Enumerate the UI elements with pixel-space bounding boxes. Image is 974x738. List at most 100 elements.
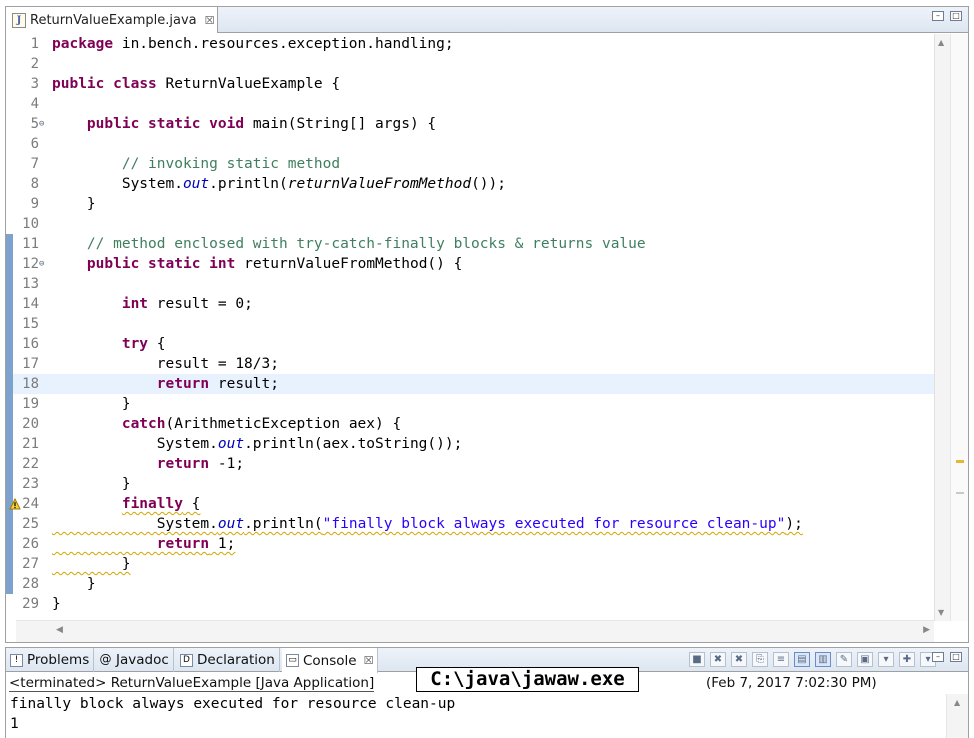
line-number: 16 [22,336,39,352]
code-token: void [209,116,245,132]
clear-console-button[interactable]: ⎘ [752,652,768,667]
scroll-right-icon[interactable]: ▶ [923,625,930,635]
code-line-14[interactable]: 14 int result = 0; [6,294,934,314]
tab-close-icon[interactable]: ☒ [364,654,374,667]
code-text: return result; [52,374,279,394]
maximize-icon[interactable]: □ [950,11,962,21]
code-text: System.out.println(aex.toString()); [52,434,463,454]
code-token: result = 0; [148,296,253,312]
minimize-icon[interactable]: – [932,11,944,21]
editor-tab-returnvalueexample[interactable]: J ReturnValueExample.java ☒ [6,7,218,33]
editor-horizontal-scrollbar[interactable]: ◀ ▶ [16,620,934,642]
code-line-20[interactable]: 20 catch(ArithmeticException aex) { [6,414,934,434]
code-line-1[interactable]: 1 package in.bench.resources.exception.ha… [6,34,934,54]
code-line-7[interactable]: 7 // invoking static method [6,154,934,174]
code-token: static [148,256,201,272]
overview-ruler[interactable] [950,34,968,621]
code-text: } [52,594,61,614]
line-number: 1 [30,36,39,52]
code-line-29[interactable]: 29} [6,594,934,614]
code-token: } [52,196,96,212]
code-line-23[interactable]: 23 } [6,474,934,494]
code-line-12[interactable]: 12 ⊖ public static int returnValueFromMet… [6,254,934,274]
fold-toggle-icon[interactable]: ⊖ [39,260,44,269]
code-line-17[interactable]: 17 result = 18/3; [6,354,934,374]
minimize-icon[interactable]: – [932,652,944,662]
show-stdout-button[interactable]: ▤ [794,652,810,667]
scroll-lock-button[interactable]: ≡ [773,652,789,667]
maximize-icon[interactable]: □ [950,652,962,662]
console-icon: ▭ [286,654,299,667]
code-line-4[interactable]: 4 [6,94,934,114]
code-line-26[interactable]: 26 return 1; [6,534,934,554]
tab-declaration-label: Declaration [197,652,275,668]
code-text: public static void main(String[] args) { [52,114,436,134]
code-token: result = 18/3; [52,356,279,372]
tab-problems[interactable]: ! Problems [6,648,95,672]
scroll-up-icon[interactable]: ▲ [954,698,960,707]
code-token: public [86,256,140,272]
code-line-15[interactable]: 15 [6,314,934,334]
tab-console[interactable]: ▭ Console ☒ [282,648,379,673]
code-line-16[interactable]: 16 try { [6,334,934,354]
scroll-up-icon[interactable]: ▲ [938,38,944,47]
code-line-6[interactable]: 6 [6,134,934,154]
code-line-10[interactable]: 10 [6,214,934,234]
line-number: 2 [30,56,39,72]
code-token: package [52,36,114,52]
code-token: out [182,176,210,192]
console-output[interactable]: finally block always executed for resour… [6,694,944,738]
code-token: return [156,376,210,392]
code-line-18[interactable]: 18 return result; [6,374,934,394]
code-line-8[interactable]: 8 System.out.println(returnValueFromMeth… [6,174,934,194]
code-line-21[interactable]: 21 System.out.println(aex.toString()); [6,434,934,454]
code-token: int [121,296,149,312]
code-line-22[interactable]: 22 return -1; [6,454,934,474]
scroll-down-icon[interactable]: ▼ [938,608,944,617]
line-number: 6 [30,136,39,152]
code-area[interactable]: 1 package in.bench.resources.exception.ha… [6,34,934,621]
code-token: ()); [471,176,506,192]
warning-overview-mark[interactable] [956,460,964,463]
code-line-25[interactable]: 25 System.out.println("finally block alw… [6,514,934,534]
display-dropdown-button[interactable]: ▾ [878,652,894,667]
tab-close-icon[interactable]: ☒ [205,14,215,27]
show-stderr-button[interactable]: ▥ [815,652,831,667]
overview-mark[interactable] [956,492,964,494]
code-text: return -1; [52,454,244,474]
line-number: 10 [22,216,39,232]
editor-vertical-scrollbar[interactable]: ▲ ▼ [934,34,950,621]
code-line-24[interactable]: 24 finally { [6,494,934,514]
line-number: 14 [22,296,39,312]
code-line-19[interactable]: 19 } [6,394,934,414]
console-vertical-scrollbar[interactable]: ▲ [946,694,968,738]
pin-console-button[interactable]: ✎ [836,652,852,667]
code-token: out [217,516,245,532]
terminate-button[interactable]: ■ [689,652,705,667]
code-line-27[interactable]: 27 } [6,554,934,574]
declaration-icon: D [180,653,193,667]
code-line-11[interactable]: 11 // method enclosed with try-catch-fin… [6,234,934,254]
remove-launch-button[interactable]: ✖ [710,652,726,667]
code-token: } [52,596,61,612]
remove-all-terminated-button[interactable]: ✖ [731,652,747,667]
code-line-13[interactable]: 13 [6,274,934,294]
scroll-left-icon[interactable]: ◀ [56,625,63,635]
code-line-5[interactable]: 5 ⊖ public static void main(String[] args… [6,114,934,134]
code-text: // invoking static method [52,154,340,174]
tab-javadoc[interactable]: @ Javadoc [95,648,174,672]
open-console-button[interactable]: ✚ [899,652,915,667]
code-line-2[interactable]: 2 [6,54,934,74]
display-console-button[interactable]: ▣ [857,652,873,667]
code-token: System. [52,436,218,452]
fold-toggle-icon[interactable]: ⊖ [39,120,44,129]
tab-declaration[interactable]: D Declaration [176,648,280,672]
code-line-9[interactable]: 9 } [6,194,934,214]
code-line-3[interactable]: 3 public class ReturnValueExample { [6,74,934,94]
code-line-28[interactable]: 28 } [6,574,934,594]
code-token: 1; [209,536,236,552]
code-token: System. [52,176,183,192]
